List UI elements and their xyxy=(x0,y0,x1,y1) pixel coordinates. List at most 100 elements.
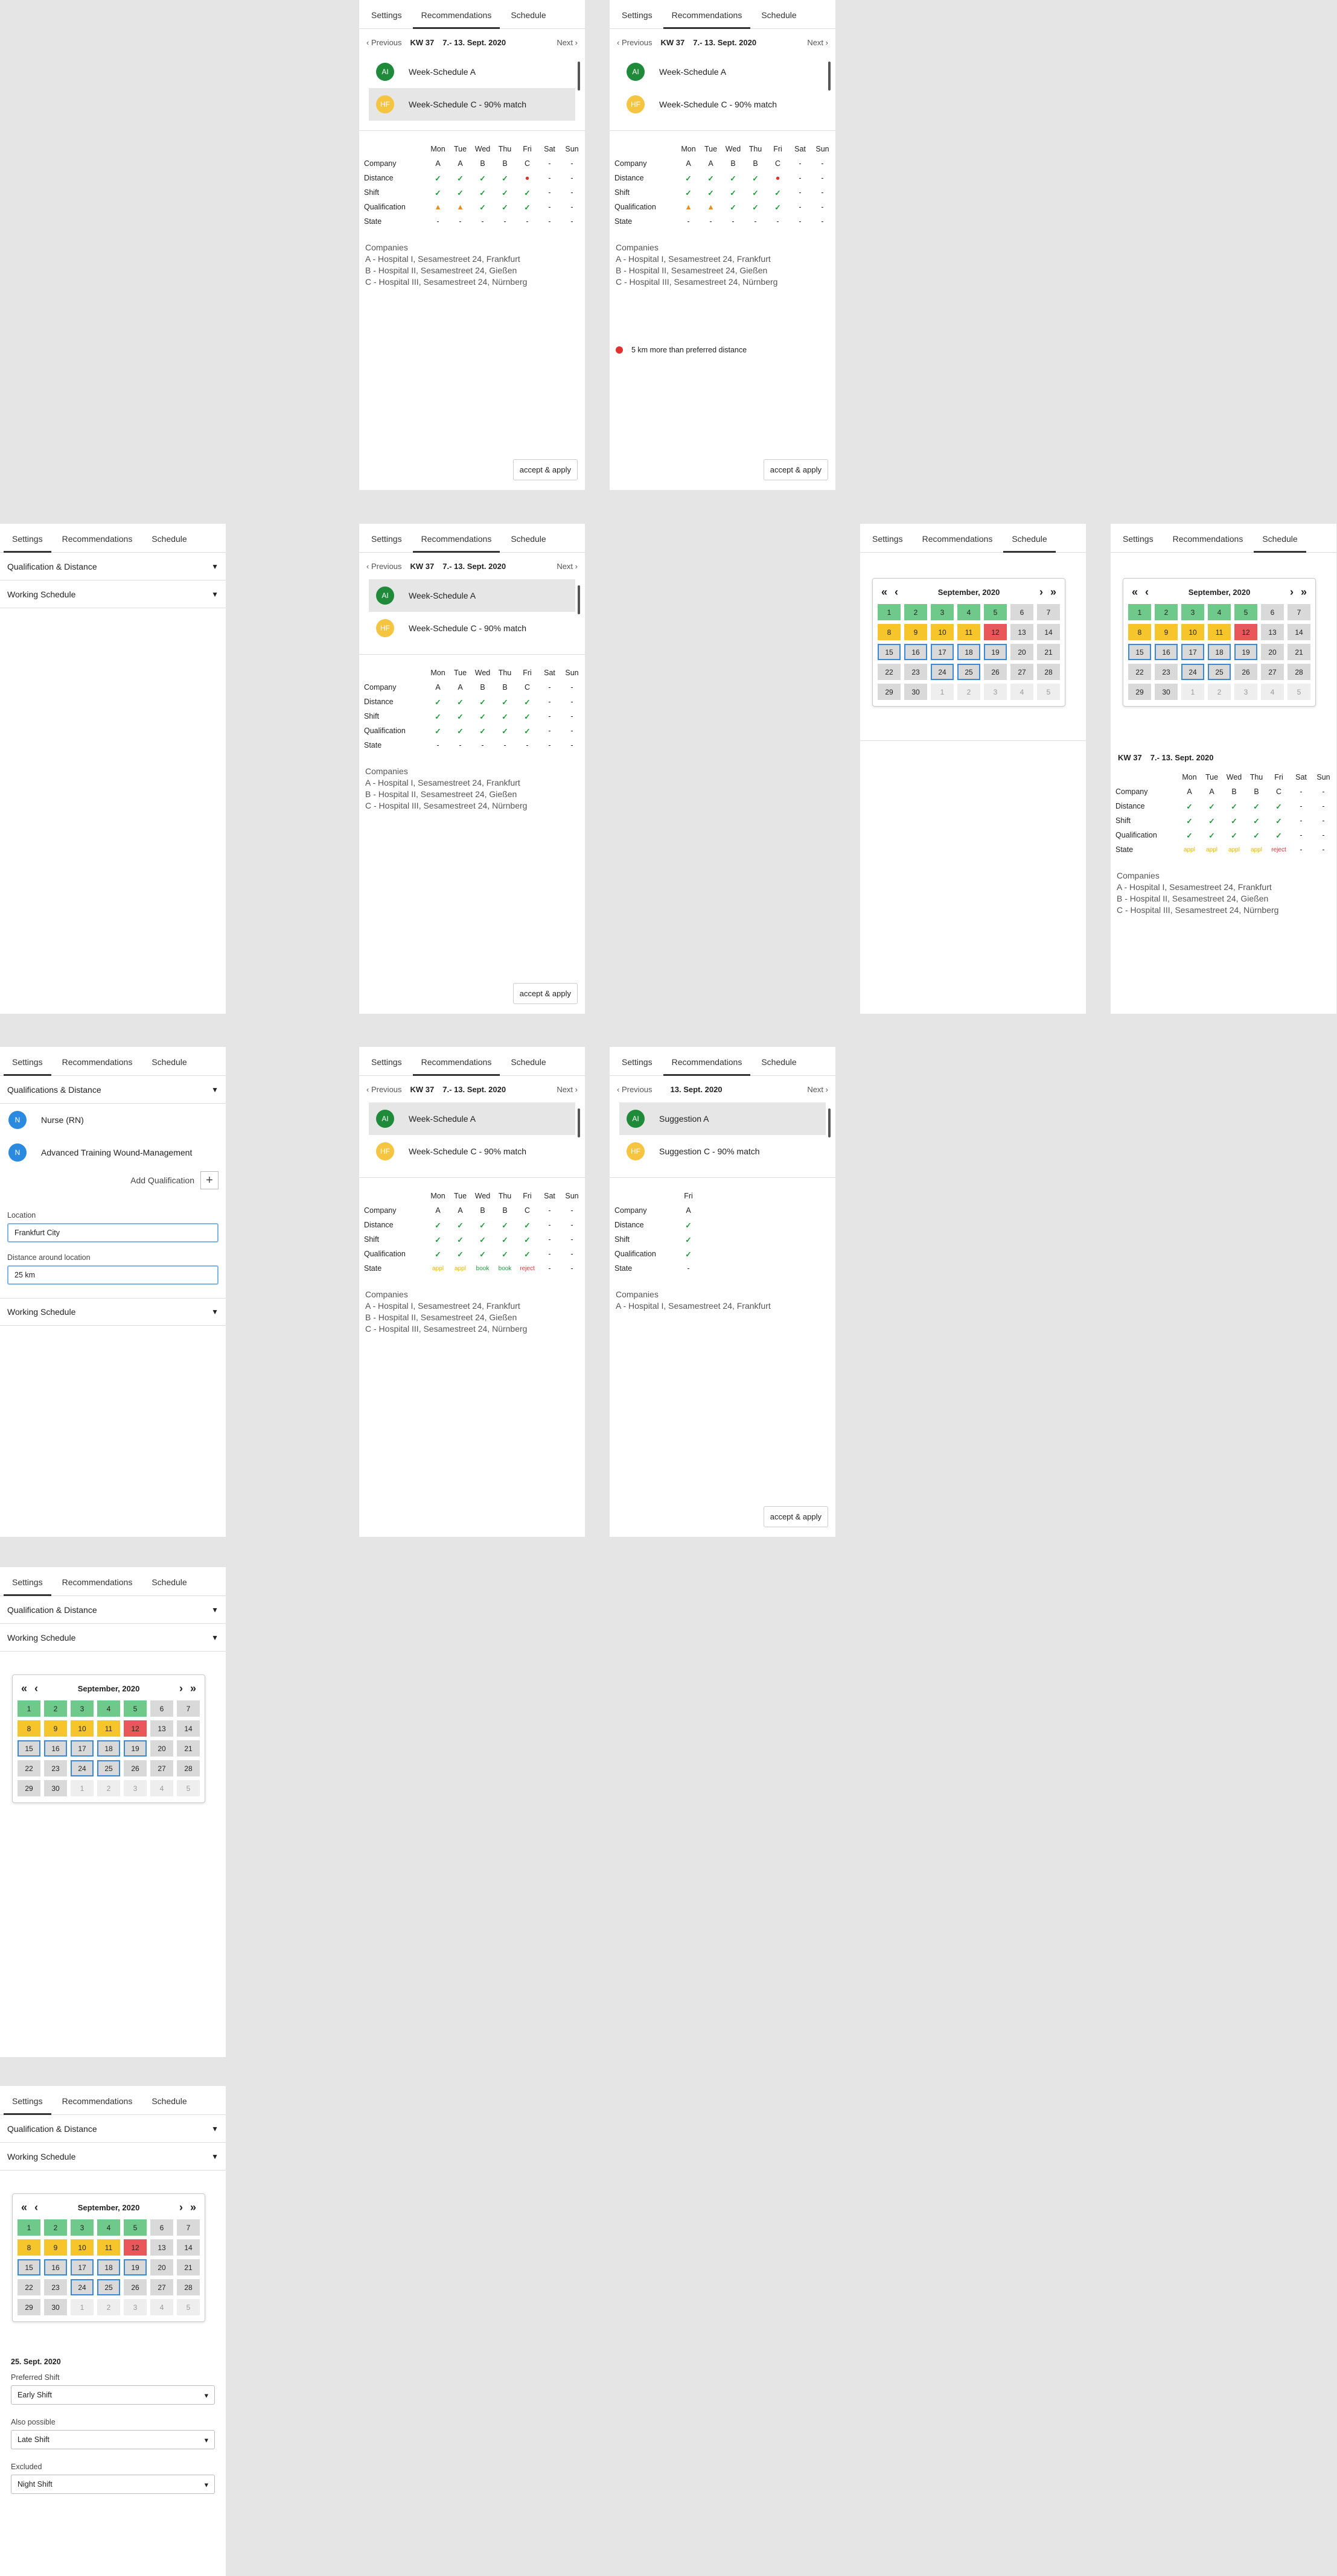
section-working-schedule[interactable]: Working Schedule ▼ xyxy=(0,2143,226,2171)
calendar-day[interactable]: 4 xyxy=(957,604,980,620)
calendar-day[interactable]: 13 xyxy=(1261,624,1284,640)
calendar-day[interactable]: 19 xyxy=(124,1740,147,1757)
section-qualifications-distance[interactable]: Qualifications & Distance ▼ xyxy=(0,1076,226,1104)
calendar-day[interactable]: 17 xyxy=(931,644,954,660)
calendar-day[interactable]: 2 xyxy=(1208,684,1231,700)
tab-recommendations[interactable]: Recommendations xyxy=(412,534,500,553)
calendar-day[interactable]: 29 xyxy=(878,684,901,700)
scrollbar[interactable] xyxy=(578,1108,580,1137)
calendar-day[interactable]: 12 xyxy=(124,2239,147,2256)
suggestion-week-c[interactable]: HF Week-Schedule C - 90% match xyxy=(369,1135,575,1168)
calendar-day[interactable]: 13 xyxy=(150,1720,173,1737)
calendar-day[interactable]: 8 xyxy=(878,624,901,640)
next-button[interactable]: Next › xyxy=(557,1085,578,1094)
suggestion-c[interactable]: HF Suggestion C - 90% match xyxy=(619,1135,826,1168)
calendar-day[interactable]: 23 xyxy=(1155,664,1178,680)
calendar-day[interactable]: 23 xyxy=(44,1760,67,1776)
next-button[interactable]: Next › xyxy=(557,38,578,47)
calendar-day[interactable]: 18 xyxy=(97,1740,120,1757)
calendar-day[interactable]: 5 xyxy=(177,1780,200,1796)
calendar-day[interactable]: 12 xyxy=(984,624,1007,640)
calendar-day[interactable]: 1 xyxy=(71,1780,94,1796)
calendar-day[interactable]: 4 xyxy=(1010,684,1033,700)
calendar-day[interactable]: 10 xyxy=(71,2239,94,2256)
tab-schedule[interactable]: Schedule xyxy=(753,1057,805,1075)
chevron-left-icon[interactable]: ‹ xyxy=(1141,586,1152,599)
previous-button[interactable]: ‹ Previous xyxy=(366,1085,402,1094)
calendar-day[interactable]: 26 xyxy=(124,1760,147,1776)
double-chevron-right-icon[interactable]: » xyxy=(187,2201,200,2214)
calendar-day[interactable]: 1 xyxy=(1128,604,1151,620)
calendar-day[interactable]: 3 xyxy=(931,604,954,620)
tab-settings[interactable]: Settings xyxy=(4,2096,51,2115)
previous-button[interactable]: ‹ Previous xyxy=(366,38,402,47)
chevron-left-icon[interactable]: ‹ xyxy=(891,586,902,599)
calendar-day[interactable]: 3 xyxy=(71,2219,94,2236)
suggestion-week-a[interactable]: AI Week-Schedule A xyxy=(619,56,826,88)
section-working-schedule[interactable]: Working Schedule ▼ xyxy=(0,1298,226,1326)
tab-recommendations[interactable]: Recommendations xyxy=(412,10,500,29)
calendar-day[interactable]: 6 xyxy=(150,2219,173,2236)
calendar-day[interactable]: 4 xyxy=(97,1700,120,1717)
calendar-day[interactable]: 8 xyxy=(18,2239,40,2256)
calendar-day[interactable]: 17 xyxy=(71,2259,94,2275)
calendar-day[interactable]: 1 xyxy=(18,2219,40,2236)
preferred-shift-select[interactable]: Early Shift ▾ xyxy=(11,2385,215,2405)
calendar-day[interactable]: 20 xyxy=(1261,644,1284,660)
excluded-select[interactable]: Night Shift ▾ xyxy=(11,2475,215,2494)
calendar-day[interactable]: 6 xyxy=(1010,604,1033,620)
calendar-day[interactable]: 13 xyxy=(150,2239,173,2256)
calendar-day[interactable]: 15 xyxy=(18,1740,40,1757)
tab-recommendations[interactable]: Recommendations xyxy=(1164,534,1252,552)
chevron-right-icon[interactable]: › xyxy=(1036,586,1047,599)
calendar-day[interactable]: 4 xyxy=(150,1780,173,1796)
calendar-day[interactable]: 25 xyxy=(97,2279,120,2295)
calendar-day[interactable]: 26 xyxy=(984,664,1007,680)
calendar-day[interactable]: 3 xyxy=(71,1700,94,1717)
calendar-day[interactable]: 16 xyxy=(44,2259,67,2275)
suggestion-week-a[interactable]: AI Week-Schedule A xyxy=(369,56,575,88)
calendar-day[interactable]: 30 xyxy=(1155,684,1178,700)
calendar-day[interactable]: 1 xyxy=(931,684,954,700)
calendar-day[interactable]: 1 xyxy=(71,2299,94,2315)
section-working-schedule[interactable]: Working Schedule ▼ xyxy=(0,1624,226,1652)
suggestion-week-c[interactable]: HF Week-Schedule C - 90% match xyxy=(619,88,826,121)
calendar-day[interactable]: 21 xyxy=(177,1740,200,1757)
calendar-day[interactable]: 24 xyxy=(931,664,954,680)
chevron-right-icon[interactable]: › xyxy=(1286,586,1297,599)
calendar-day[interactable]: 5 xyxy=(177,2299,200,2315)
calendar-day[interactable]: 25 xyxy=(957,664,980,680)
suggestion-week-a[interactable]: AI Week-Schedule A xyxy=(369,1102,575,1135)
calendar-day[interactable]: 10 xyxy=(1181,624,1204,640)
calendar-day[interactable]: 9 xyxy=(1155,624,1178,640)
tab-settings[interactable]: Settings xyxy=(4,1057,51,1076)
calendar-day[interactable]: 5 xyxy=(124,1700,147,1717)
next-button[interactable]: Next › xyxy=(557,562,578,571)
tab-schedule[interactable]: Schedule xyxy=(502,1057,554,1075)
tab-recommendations[interactable]: Recommendations xyxy=(54,534,141,552)
calendar-day[interactable]: 2 xyxy=(1155,604,1178,620)
calendar-day[interactable]: 15 xyxy=(18,2259,40,2275)
calendar-day[interactable]: 2 xyxy=(904,604,927,620)
calendar-day[interactable]: 19 xyxy=(984,644,1007,660)
calendar-day[interactable]: 24 xyxy=(71,2279,94,2295)
tab-settings[interactable]: Settings xyxy=(1114,534,1162,552)
error-icon[interactable]: ● xyxy=(516,171,538,185)
calendar-day[interactable]: 16 xyxy=(1155,644,1178,660)
tab-recommendations[interactable]: Recommendations xyxy=(663,10,751,29)
double-chevron-left-icon[interactable]: « xyxy=(878,586,891,599)
calendar-day[interactable]: 4 xyxy=(150,2299,173,2315)
calendar-day[interactable]: 8 xyxy=(1128,624,1151,640)
previous-button[interactable]: ‹ Previous xyxy=(617,38,653,47)
section-qualification-distance[interactable]: Qualification & Distance ▼ xyxy=(0,1596,226,1624)
calendar-day[interactable]: 1 xyxy=(878,604,901,620)
calendar-day[interactable]: 5 xyxy=(124,2219,147,2236)
calendar-day[interactable]: 29 xyxy=(18,2299,40,2315)
calendar-day[interactable]: 21 xyxy=(177,2259,200,2275)
calendar-day[interactable]: 29 xyxy=(18,1780,40,1796)
calendar-day[interactable]: 14 xyxy=(1037,624,1060,640)
calendar-day[interactable]: 27 xyxy=(1010,664,1033,680)
tab-schedule[interactable]: Schedule xyxy=(1003,534,1056,553)
calendar-day[interactable]: 17 xyxy=(71,1740,94,1757)
calendar-day[interactable]: 11 xyxy=(97,1720,120,1737)
